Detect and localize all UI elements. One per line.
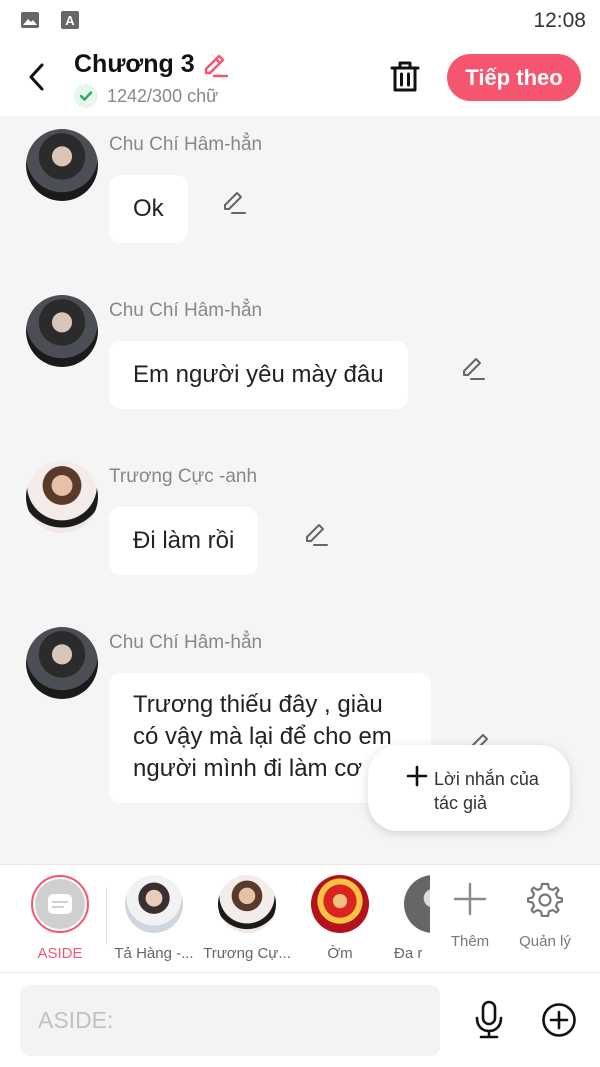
- sender-name: Chu Chí Hâm-hẳn: [109, 632, 263, 653]
- pencil-icon: [463, 358, 485, 380]
- edit-message-button[interactable]: [302, 520, 330, 548]
- character-name: Trương Cự...: [203, 945, 291, 962]
- check-icon: [74, 84, 98, 108]
- word-count: 1242/300 chữ: [107, 85, 219, 106]
- character-name: Ờm: [327, 945, 353, 962]
- add-label: Thêm: [450, 933, 490, 950]
- image-icon: [21, 12, 39, 28]
- edit-title-button[interactable]: [201, 51, 229, 79]
- pencil-icon: [204, 54, 228, 77]
- next-button[interactable]: Tiếp theo: [447, 54, 581, 101]
- edit-message-button[interactable]: [220, 188, 248, 216]
- avatar[interactable]: [26, 295, 98, 367]
- sender-name: Trương Cực -anh: [109, 466, 258, 487]
- gear-icon: [527, 882, 563, 917]
- sender-name: Chu Chí Hâm-hẳn: [109, 300, 263, 321]
- word-count-row: 1242/300 chữ: [74, 84, 218, 108]
- back-button[interactable]: [20, 58, 54, 96]
- character-name: ASIDE: [37, 945, 83, 962]
- character-avatar: [125, 875, 183, 933]
- plus-icon: [453, 882, 487, 916]
- microphone-icon: [475, 1000, 503, 1039]
- more-options-button[interactable]: [540, 1001, 578, 1039]
- edit-message-button[interactable]: [459, 354, 487, 382]
- message-bubble[interactable]: Ok: [109, 175, 188, 243]
- avatar[interactable]: [26, 129, 98, 201]
- manage-label: Quản lý: [519, 933, 571, 950]
- aside-avatar: [31, 875, 89, 933]
- add-character-button[interactable]: Thêm: [435, 879, 505, 950]
- character-item[interactable]: Đa r: [388, 875, 430, 962]
- message-icon: [48, 894, 72, 914]
- plus-circle-icon: [542, 1003, 576, 1037]
- manage-characters-button[interactable]: Quản lý: [510, 879, 580, 950]
- voice-button[interactable]: [468, 997, 510, 1043]
- status-bar: A 12:08: [0, 0, 600, 40]
- page-title: Chương 3: [74, 50, 195, 78]
- character-bar: ASIDE Tả Hàng -... Trương Cự... Ờm Đa r …: [0, 864, 600, 972]
- status-time: 12:08: [533, 9, 586, 32]
- trash-icon: [390, 61, 420, 92]
- message-bubble[interactable]: Em người yêu mày đâu: [109, 341, 408, 409]
- character-aside[interactable]: ASIDE: [15, 875, 105, 962]
- character-item[interactable]: Trương Cự...: [202, 875, 292, 962]
- message-input[interactable]: [20, 985, 440, 1056]
- author-note-label: Lời nhắn của tác giả: [434, 769, 539, 813]
- header: Chương 3 1242/300 chữ Tiếp theo: [0, 40, 600, 116]
- character-list[interactable]: ASIDE Tả Hàng -... Trương Cự... Ờm Đa r: [0, 865, 430, 973]
- message-bubble[interactable]: Đi làm rồi: [109, 507, 259, 575]
- avatar[interactable]: [26, 461, 98, 533]
- character-name: Tả Hàng -...: [114, 945, 194, 962]
- pencil-icon: [306, 524, 328, 546]
- plus-icon: [406, 765, 428, 787]
- author-note-button[interactable]: Lời nhắn của tác giả: [368, 745, 570, 831]
- font-icon: A: [61, 11, 79, 29]
- divider: [106, 887, 107, 945]
- character-avatar: [218, 875, 276, 933]
- character-avatar: [311, 875, 369, 933]
- character-name: Đa r: [394, 945, 423, 962]
- character-avatar: [404, 875, 430, 933]
- avatar[interactable]: [26, 627, 98, 699]
- title-row: Chương 3: [74, 50, 229, 79]
- chevron-left-icon: [29, 63, 44, 91]
- character-item[interactable]: Ờm: [295, 875, 385, 962]
- character-item[interactable]: Tả Hàng -...: [109, 875, 199, 962]
- input-bar: [0, 972, 600, 1067]
- svg-text:A: A: [65, 13, 75, 28]
- pencil-icon: [224, 192, 246, 214]
- sender-name: Chu Chí Hâm-hẳn: [109, 134, 263, 155]
- delete-button[interactable]: [386, 58, 424, 96]
